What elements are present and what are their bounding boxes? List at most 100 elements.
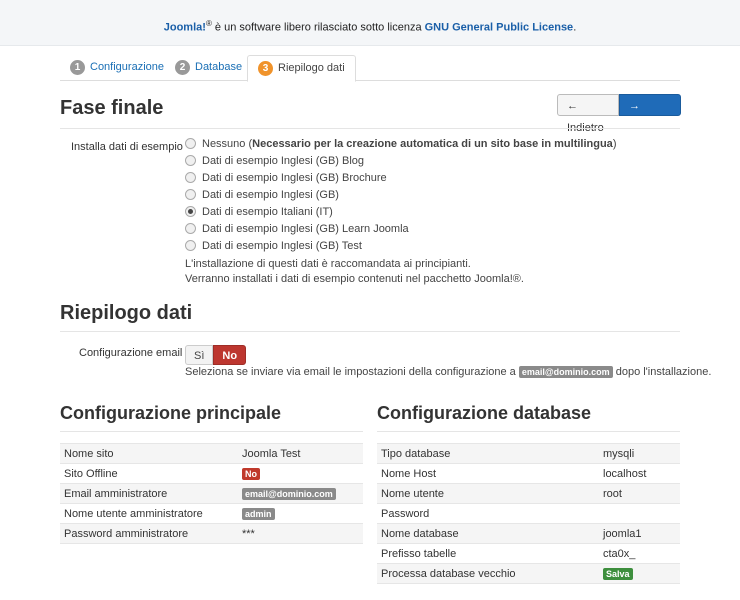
main-config-table: Nome sito Joomla Test Sito Offline No Em… <box>60 443 363 544</box>
email-config-toggle: Sì No <box>185 345 247 365</box>
install-button[interactable]: → Installa <box>619 94 681 134</box>
arrow-right-icon: → <box>629 100 640 112</box>
row-value: localhost <box>599 463 680 484</box>
row-value: joomla1 <box>599 523 680 544</box>
radio-button[interactable] <box>185 154 196 166</box>
option-label: Dati di esempio Inglesi (GB) Brochure <box>202 172 387 184</box>
main-config-title: Configurazione principale <box>60 403 282 423</box>
radio-button-selected[interactable] <box>185 205 196 217</box>
row-value: cta0x_ <box>599 543 680 564</box>
radio-button[interactable] <box>185 171 196 183</box>
table-row: Nome Host localhost <box>377 463 680 484</box>
step-number: 3 <box>258 61 273 76</box>
status-badge: Salva <box>603 567 633 580</box>
row-key: Nome database <box>377 523 599 544</box>
license-bar: Joomla!® è un software libero rilasciato… <box>0 0 740 46</box>
divider <box>60 128 680 129</box>
toggle-yes-button[interactable]: Sì <box>185 345 214 365</box>
sample-option-none[interactable]: Nessuno (Necessario per la creazione aut… <box>185 136 616 152</box>
divider <box>377 431 680 432</box>
step-tabs: 1 Configurazione 2 Database 3 Riepilogo dat… <box>60 55 680 82</box>
tab-label: Riepilogo dati <box>278 62 345 74</box>
row-key: Nome Host <box>377 463 599 484</box>
sample-option-gb-test[interactable]: Dati di esempio Inglesi (GB) Test <box>185 238 362 254</box>
back-button[interactable]: ← Indietro <box>557 94 619 134</box>
email-help-text: Seleziona se inviare via email le impost… <box>185 366 711 378</box>
row-value: No <box>238 463 363 484</box>
license-text: Joomla!® è un software libero rilasciato… <box>0 19 740 34</box>
gpl-link[interactable]: GNU General Public License <box>425 22 574 34</box>
table-row: Password <box>377 503 680 524</box>
value-badge: email@dominio.com <box>242 487 336 500</box>
sample-option-it[interactable]: Dati di esempio Italiani (IT) <box>185 204 333 220</box>
sample-option-gb-learn[interactable]: Dati di esempio Inglesi (GB) Learn Jooml… <box>185 221 409 237</box>
table-row: Processa database vecchio Salva <box>377 563 680 584</box>
help-text-start: Seleziona se inviare via email le impost… <box>185 366 519 378</box>
row-value <box>599 503 680 524</box>
table-row: Tipo database mysqli <box>377 443 680 464</box>
table-row: Sito Offline No <box>60 463 363 484</box>
table-row: Nome utente amministratore admin <box>60 503 363 524</box>
step-number: 1 <box>70 60 85 75</box>
option-label: Dati di esempio Inglesi (GB) Blog <box>202 155 365 167</box>
status-badge: No <box>242 467 260 480</box>
row-key: Nome utente amministratore <box>60 503 238 524</box>
sample-option-gb-brochure[interactable]: Dati di esempio Inglesi (GB) Brochure <box>185 170 387 186</box>
radio-button[interactable] <box>185 239 196 251</box>
value-badge: admin <box>242 507 275 520</box>
tab-configurazione[interactable]: 1 Configurazione <box>60 55 174 79</box>
table-row: Nome database joomla1 <box>377 523 680 544</box>
table-row: Nome sito Joomla Test <box>60 443 363 464</box>
radio-button[interactable] <box>185 188 196 200</box>
option-label: Dati di esempio Inglesi (GB) Test <box>202 240 362 252</box>
row-value: Salva <box>599 563 680 584</box>
license-end: . <box>573 21 577 34</box>
row-key: Tipo database <box>377 443 599 464</box>
row-value: email@dominio.com <box>238 483 363 504</box>
row-key: Password amministratore <box>60 523 238 544</box>
row-value: Joomla Test <box>238 443 363 464</box>
option-label: Dati di esempio Inglesi (GB) <box>202 189 339 201</box>
tab-label: Database <box>195 61 243 73</box>
row-value: *** <box>238 523 363 544</box>
row-key: Nome utente <box>377 483 599 504</box>
db-config-table: Tipo database mysqli Nome Host localhost… <box>377 443 680 584</box>
row-value: mysqli <box>599 443 680 464</box>
radio-button[interactable] <box>185 222 196 234</box>
tab-database[interactable]: 2 Database <box>165 55 252 79</box>
arrow-left-icon: ← <box>567 100 578 112</box>
divider <box>60 331 680 332</box>
sample-option-gb-blog[interactable]: Dati di esempio Inglesi (GB) Blog <box>185 153 364 169</box>
db-config-title: Configurazione database <box>377 403 592 423</box>
radio-button[interactable] <box>185 137 196 149</box>
sample-data-label: Installa dati di esempio <box>71 141 183 153</box>
license-sentence: è un software libero rilasciato sotto li… <box>211 21 425 34</box>
toggle-no-button[interactable]: No <box>213 345 247 365</box>
option-label: Nessuno ( <box>202 138 253 150</box>
table-row: Email amministratore email@dominio.com <box>60 483 363 504</box>
option-label: Dati di esempio Italiani (IT) <box>202 206 333 218</box>
divider <box>60 431 363 432</box>
table-row: Prefisso tabelle cta0x_ <box>377 543 680 564</box>
riepilogo-dati-title: Riepilogo dati <box>60 302 193 324</box>
tab-label: Configurazione <box>90 61 164 73</box>
step-number: 2 <box>175 60 190 75</box>
joomla-brand: Joomla! <box>163 21 206 34</box>
row-key: Nome sito <box>60 443 238 464</box>
option-note: Necessario per la creazione automatica d… <box>252 138 613 150</box>
sample-note-beginners: L'installazione di questi dati è raccoma… <box>185 258 471 270</box>
row-key: Password <box>377 503 599 524</box>
option-label: Dati di esempio Inglesi (GB) Learn Jooml… <box>202 223 409 235</box>
row-value: root <box>599 483 680 504</box>
row-key: Prefisso tabelle <box>377 543 599 564</box>
row-key: Sito Offline <box>60 463 238 484</box>
row-value: admin <box>238 503 363 524</box>
sample-note-package: Verranno installati i dati di esempio co… <box>185 273 524 285</box>
help-text-end: dopo l'installazione. <box>612 366 712 378</box>
tab-riepilogo-dati[interactable]: 3 Riepilogo dati <box>247 55 356 82</box>
table-row: Nome utente root <box>377 483 680 504</box>
sample-option-gb[interactable]: Dati di esempio Inglesi (GB) <box>185 187 339 203</box>
row-key: Processa database vecchio <box>377 563 599 584</box>
option-label-end: ) <box>612 138 617 150</box>
email-config-label: Configurazione email <box>79 347 183 359</box>
